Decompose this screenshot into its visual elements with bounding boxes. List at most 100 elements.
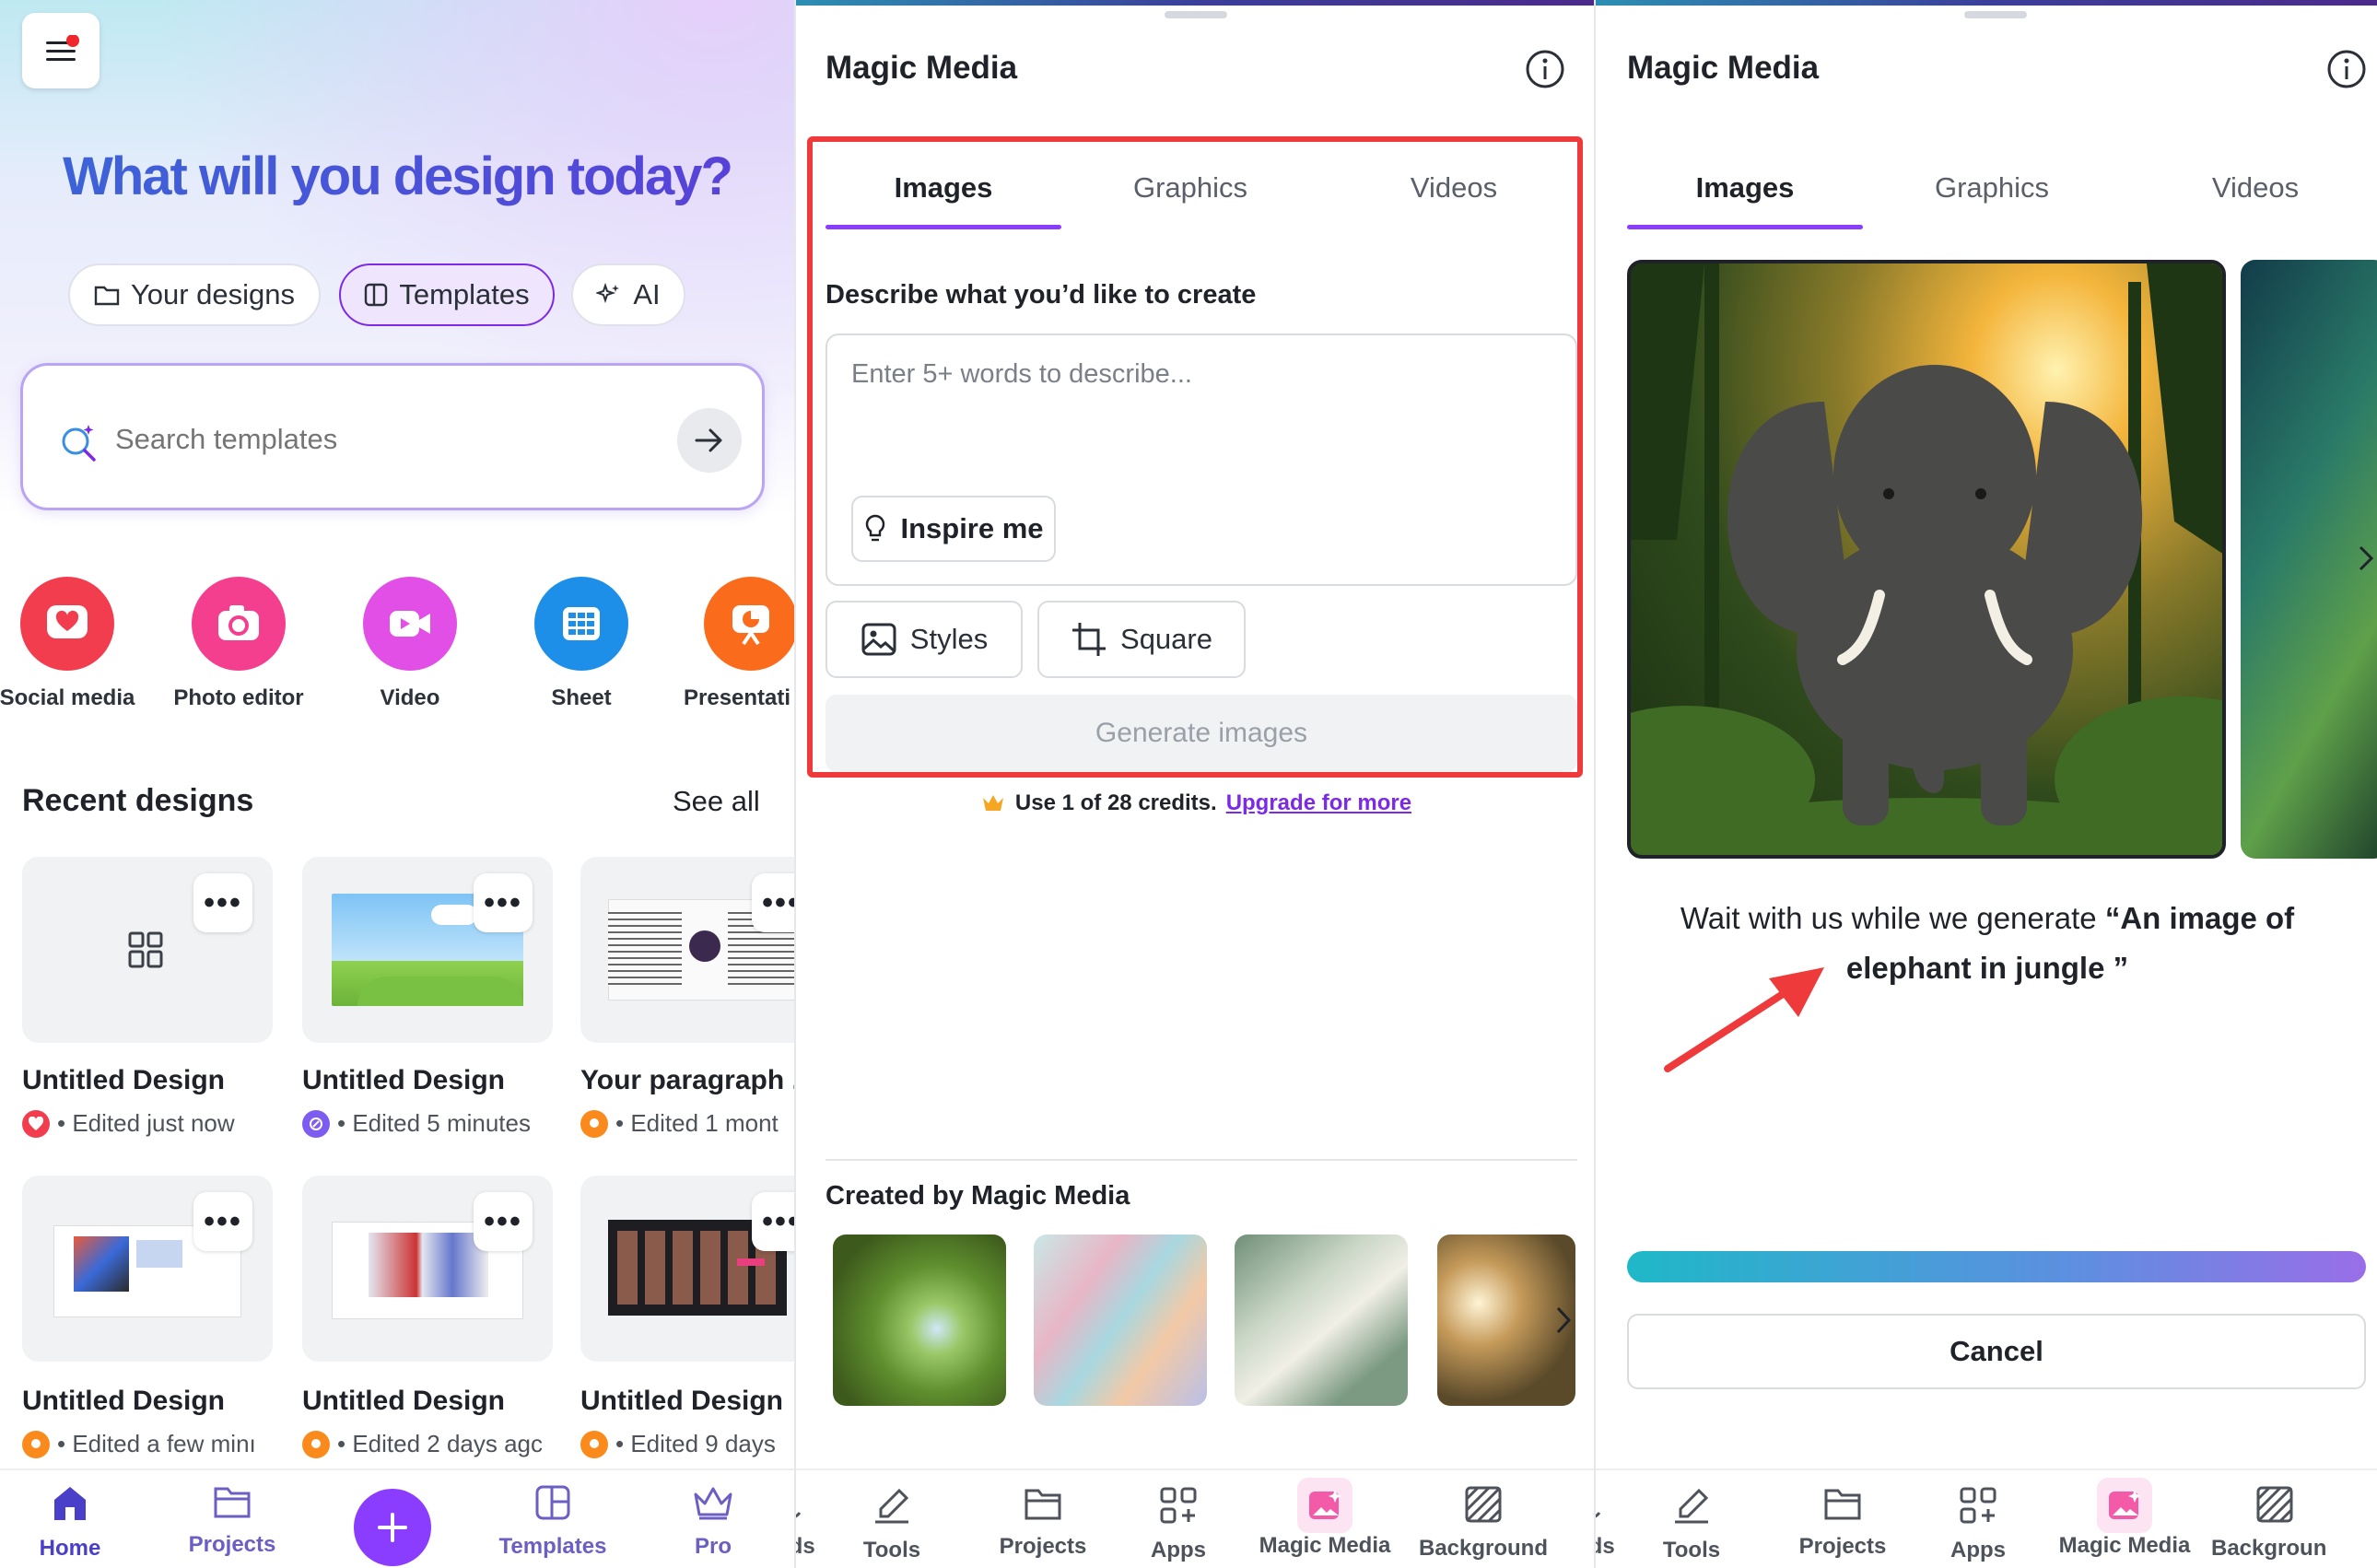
hero-title: What will you design today? [0,146,794,207]
prompt-placeholder: Enter 5+ words to describe... [851,359,1192,389]
design-meta: • Edited 1 mont [580,1109,794,1138]
category-label: Photo editor [173,685,304,710]
presentation-badge-icon [302,1430,330,1458]
toolbar-item-apps[interactable]: Apps [1118,1485,1238,1563]
toolbar-item-projects[interactable]: Projects [969,1485,1117,1560]
gallery-thumbnail[interactable] [833,1235,1006,1406]
more-options-button[interactable]: ••• [474,1192,533,1251]
toolbar-item-projects[interactable]: Projects [1769,1485,1916,1560]
generate-images-button[interactable]: Generate images [826,695,1577,772]
tab-indicator [1627,225,1863,229]
toolbar-item-magic-media[interactable]: Magic Media [2042,1478,2207,1559]
category-photo-editor[interactable]: Photo editor [160,577,317,711]
nav-templates[interactable]: Templates [488,1483,617,1560]
apps-icon [1160,1487,1197,1524]
search-submit-button[interactable] [677,408,742,473]
tab-graphics[interactable]: Graphics [1874,171,2110,205]
created-title: Created by Magic Media [826,1181,1130,1211]
drag-handle[interactable] [1964,11,2027,18]
chip-your-designs[interactable]: Your designs [68,263,321,326]
template-icon [128,931,163,968]
more-options-button[interactable]: ••• [193,873,252,932]
chip-label: Your designs [130,278,296,310]
more-options-button[interactable]: ••• [474,873,533,932]
cancel-button[interactable]: Cancel [1627,1314,2366,1389]
nav-projects[interactable]: Projects [168,1483,297,1558]
tab-images[interactable]: Images [1627,171,1863,205]
create-button[interactable] [354,1489,431,1566]
toolbar-item-apps[interactable]: Apps [1918,1485,2038,1563]
see-all-link[interactable]: See all [673,785,760,818]
category-social-media[interactable]: Social media [0,577,146,711]
pen-icon [875,1488,909,1524]
inspire-me-button[interactable]: Inspire me [851,496,1056,562]
editor-toolbar: ads Tools Projects Apps Magic Media Back… [796,1469,1594,1568]
toolbar-item-tools[interactable]: Tools [1627,1485,1756,1563]
generated-elephant-image[interactable] [1627,260,2226,859]
chevron-right-icon[interactable] [2357,544,2375,573]
magic-media-generating-screen: Magic Media Images Graphics Videos Wait … [1594,0,2377,1568]
tab-videos[interactable]: Videos [2137,171,2373,205]
toolbar-item-tools[interactable]: Tools [827,1485,956,1563]
design-title: Untitled Design [580,1386,784,1416]
tab-videos[interactable]: Videos [1336,171,1572,205]
tab-images[interactable]: Images [826,171,1061,205]
drag-handle[interactable] [1165,11,1227,18]
apps-icon [1960,1487,1996,1524]
uploads-icon [796,1512,802,1518]
search-input[interactable] [115,414,668,465]
pen-icon [1675,1488,1709,1524]
social-media-badge-icon [22,1109,50,1138]
presentation-badge-icon [22,1430,50,1458]
uploads-icon [1596,1512,1601,1518]
more-options-button[interactable]: ••• [752,873,794,932]
design-meta: • Edited a few minı [22,1430,273,1458]
prompt-textarea[interactable]: Enter 5+ words to describe... Inspire me [826,333,1577,586]
toolbar-item-background[interactable]: Background [1406,1485,1561,1562]
styles-button[interactable]: Styles [826,601,1023,678]
grid-icon [534,577,628,671]
design-meta: • Edited just now [22,1109,289,1138]
design-meta: • Edited 9 days [580,1430,794,1458]
credits-text: Use 1 of 28 credits. [1014,790,1217,815]
info-icon[interactable] [1524,48,1566,90]
gallery-thumbnail[interactable] [1235,1235,1408,1406]
whiteboard-badge-icon [302,1109,330,1138]
heart-icon [20,577,114,671]
chip-label: Templates [399,278,530,310]
nav-pro[interactable]: Pro [649,1483,778,1560]
info-icon[interactable] [2325,48,2368,90]
recent-designs-title: Recent designs [22,783,254,818]
nav-home[interactable]: Home [6,1483,135,1562]
lightbulb-icon [866,514,885,542]
toolbar-item-background[interactable]: Backgroun [2211,1485,2368,1562]
chip-ai[interactable]: AI [571,263,685,326]
camera-icon [192,577,286,671]
aspect-ratio-button[interactable]: Square [1037,601,1246,678]
upgrade-link[interactable]: Upgrade for more [1226,790,1411,816]
more-options-button[interactable]: ••• [752,1192,794,1251]
menu-button[interactable] [22,13,100,88]
category-label: Sheet [551,685,612,710]
category-sheet[interactable]: Sheet [503,577,660,711]
background-icon [2256,1486,2293,1523]
gallery-thumbnail[interactable] [1034,1235,1207,1406]
toolbar-item-magic-media[interactable]: Magic Media [1242,1478,1408,1559]
crown-icon [694,1487,732,1520]
more-options-button[interactable]: ••• [193,1192,252,1251]
panel-title: Magic Media [1627,50,1820,86]
category-video[interactable]: Video [332,577,488,711]
folder-icon [214,1487,251,1518]
category-presentation[interactable]: Presentati [673,577,794,711]
chevron-right-icon[interactable] [1553,1305,1574,1336]
folder-icon [94,286,120,306]
crown-icon [982,795,1003,811]
tab-indicator [826,225,1061,229]
tab-graphics[interactable]: Graphics [1072,171,1308,205]
sparkle-icon [596,282,620,304]
search-box[interactable] [20,363,765,510]
progress-bar [1627,1251,2366,1282]
folder-icon [1025,1489,1061,1520]
category-label: Presentati [684,685,791,710]
chip-templates[interactable]: Templates [339,263,555,326]
